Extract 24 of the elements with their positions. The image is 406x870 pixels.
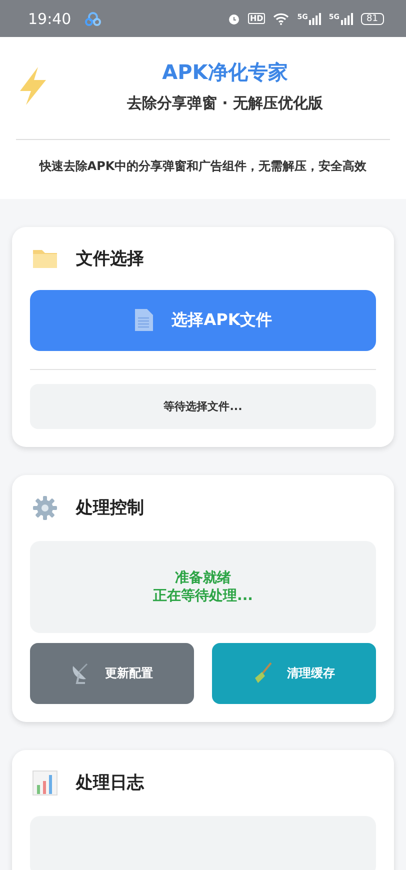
gear-icon [32, 494, 58, 521]
bar-chart-icon [32, 770, 58, 796]
card-title: 处理日志 [76, 772, 144, 794]
file-status: 等待选择文件... [30, 384, 376, 429]
document-icon [134, 308, 154, 332]
alarm-icon [228, 12, 240, 24]
wifi-icon [273, 12, 290, 24]
card-title: 处理控制 [76, 497, 144, 520]
folder-icon [32, 247, 58, 270]
signal-icon [340, 12, 353, 24]
battery-indicator: 81 [360, 12, 384, 24]
app-description: 快速去除APK中的分享弹窗和广告组件，无需解压，安全高效 [38, 158, 368, 175]
cloud-icon [85, 12, 102, 26]
broom-icon [253, 662, 273, 684]
app-subtitle: 去除分享弹窗 · 无解压优化版 [126, 94, 324, 113]
card-title: 文件选择 [76, 248, 144, 270]
select-apk-button[interactable]: 选择APK文件 [30, 290, 376, 351]
status-message: 准备就绪 正在等待处理... [30, 540, 376, 633]
hd-indicator: HD [248, 13, 266, 24]
clean-button[interactable]: 清理缓存 [212, 642, 376, 704]
update-button[interactable]: 更新配置 [30, 642, 194, 704]
signal-icon [308, 12, 321, 24]
app-title: APK净化专家 [162, 59, 288, 86]
status-time: 19:40 [28, 10, 72, 28]
